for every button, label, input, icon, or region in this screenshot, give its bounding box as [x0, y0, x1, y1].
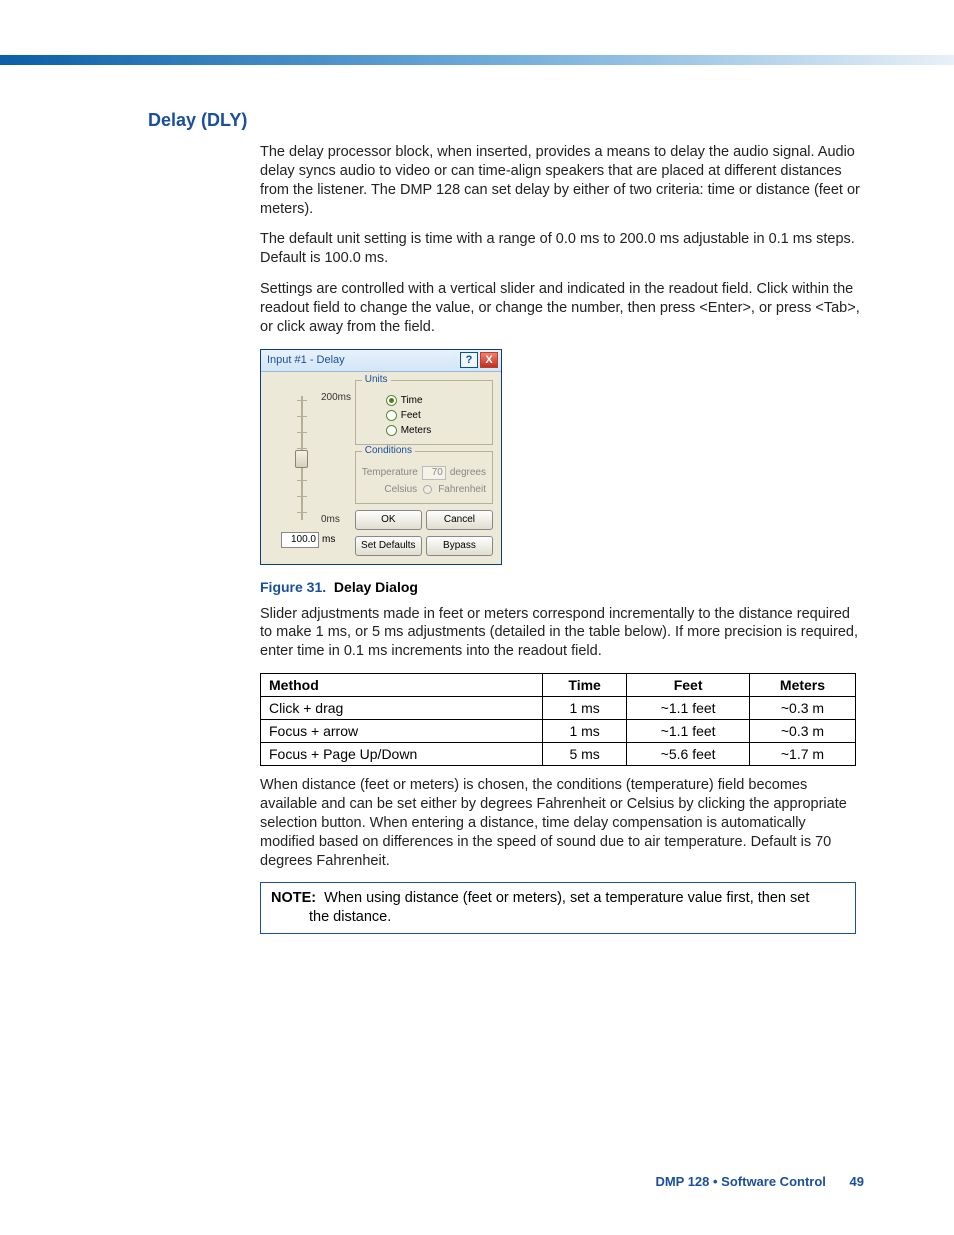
- help-button[interactable]: ?: [460, 352, 478, 368]
- cell: 1 ms: [542, 697, 626, 720]
- cell: ~1.1 feet: [627, 697, 750, 720]
- table-header-row: Method Time Feet Meters: [261, 674, 856, 697]
- paragraph-2: The default unit setting is time with a …: [260, 230, 864, 268]
- cell: ~0.3 m: [749, 697, 855, 720]
- temperature-input[interactable]: [422, 466, 446, 480]
- units-feet-row[interactable]: Feet: [362, 408, 486, 423]
- units-time-row[interactable]: Time: [362, 393, 486, 408]
- table-row: Focus + arrow 1 ms ~1.1 feet ~0.3 m: [261, 720, 856, 743]
- section-heading: Delay (DLY): [148, 110, 864, 131]
- set-defaults-button[interactable]: Set Defaults: [355, 536, 422, 556]
- cell: 1 ms: [542, 720, 626, 743]
- radio-icon[interactable]: [423, 485, 432, 494]
- note-label: NOTE:: [271, 890, 316, 906]
- table-row: Click + drag 1 ms ~1.1 feet ~0.3 m: [261, 697, 856, 720]
- units-legend: Units: [362, 374, 391, 385]
- right-column: Units Time Feet Meters: [355, 380, 493, 556]
- cell: Focus + arrow: [261, 720, 543, 743]
- paragraph-4: Slider adjustments made in feet or meter…: [260, 605, 864, 662]
- th-feet: Feet: [627, 674, 750, 697]
- page-footer: DMP 128 • Software Control 49: [0, 1174, 954, 1189]
- th-time: Time: [542, 674, 626, 697]
- units-meters-row[interactable]: Meters: [362, 423, 486, 438]
- figure-caption: Figure 31. Delay Dialog: [260, 579, 864, 595]
- slider-column: 200ms 0ms m: [269, 380, 349, 556]
- slider-thumb[interactable]: [295, 450, 308, 468]
- radio-icon[interactable]: [386, 410, 397, 421]
- page-content: Delay (DLY) The delay processor block, w…: [0, 65, 954, 934]
- dialog-figure: Input #1 - Delay ? X 200ms: [260, 349, 864, 565]
- delay-slider[interactable]: 200ms 0ms: [289, 388, 349, 528]
- slider-max-label: 200ms: [321, 392, 351, 403]
- note-text-2: the distance.: [271, 908, 845, 927]
- units-meters-label: Meters: [401, 425, 432, 436]
- units-feet-label: Feet: [401, 410, 421, 421]
- footer-doc: DMP 128 • Software Control: [655, 1174, 825, 1189]
- table-row: Focus + Page Up/Down 5 ms ~5.6 feet ~1.7…: [261, 743, 856, 766]
- slider-min-label: 0ms: [321, 514, 340, 525]
- temperature-label: Temperature: [362, 467, 418, 478]
- conditions-legend: Conditions: [362, 445, 415, 456]
- readout-unit: ms: [322, 534, 335, 545]
- bypass-button[interactable]: Bypass: [426, 536, 493, 556]
- ok-button[interactable]: OK: [355, 510, 422, 530]
- th-method: Method: [261, 674, 543, 697]
- cell: Focus + Page Up/Down: [261, 743, 543, 766]
- header-stripe: [0, 55, 954, 65]
- paragraph-3: Settings are controlled with a vertical …: [260, 280, 864, 337]
- conditions-groupbox: Conditions Temperature degrees Celsius F…: [355, 451, 493, 504]
- th-meters: Meters: [749, 674, 855, 697]
- close-button[interactable]: X: [480, 352, 498, 368]
- note-box: NOTE: When using distance (feet or meter…: [260, 882, 856, 934]
- body-block: The delay processor block, when inserted…: [260, 143, 864, 337]
- delay-readout-input[interactable]: [281, 532, 319, 548]
- figure-title: Delay Dialog: [334, 579, 418, 595]
- delay-dialog: Input #1 - Delay ? X 200ms: [260, 349, 502, 565]
- units-groupbox: Units Time Feet Meters: [355, 380, 493, 445]
- dialog-body: 200ms 0ms m: [261, 372, 501, 564]
- radio-icon[interactable]: [386, 425, 397, 436]
- radio-icon[interactable]: [386, 395, 397, 406]
- units-time-label: Time: [401, 395, 423, 406]
- cell: ~5.6 feet: [627, 743, 750, 766]
- dialog-title: Input #1 - Delay: [267, 354, 345, 366]
- fahrenheit-label: Fahrenheit: [438, 484, 486, 495]
- celsius-label: Celsius: [384, 484, 417, 495]
- cancel-button[interactable]: Cancel: [426, 510, 493, 530]
- cell: 5 ms: [542, 743, 626, 766]
- temperature-unit: degrees: [450, 467, 486, 478]
- footer-page: 49: [850, 1174, 864, 1189]
- cell: ~0.3 m: [749, 720, 855, 743]
- paragraph-5: When distance (feet or meters) is chosen…: [260, 776, 864, 870]
- cell: Click + drag: [261, 697, 543, 720]
- note-text-1: When using distance (feet or meters), se…: [320, 890, 809, 906]
- paragraph-1: The delay processor block, when inserted…: [260, 143, 864, 218]
- cell: ~1.1 feet: [627, 720, 750, 743]
- dialog-titlebar[interactable]: Input #1 - Delay ? X: [261, 350, 501, 372]
- cell: ~1.7 m: [749, 743, 855, 766]
- figure-number: Figure 31.: [260, 579, 326, 595]
- method-table: Method Time Feet Meters Click + drag 1 m…: [260, 673, 856, 766]
